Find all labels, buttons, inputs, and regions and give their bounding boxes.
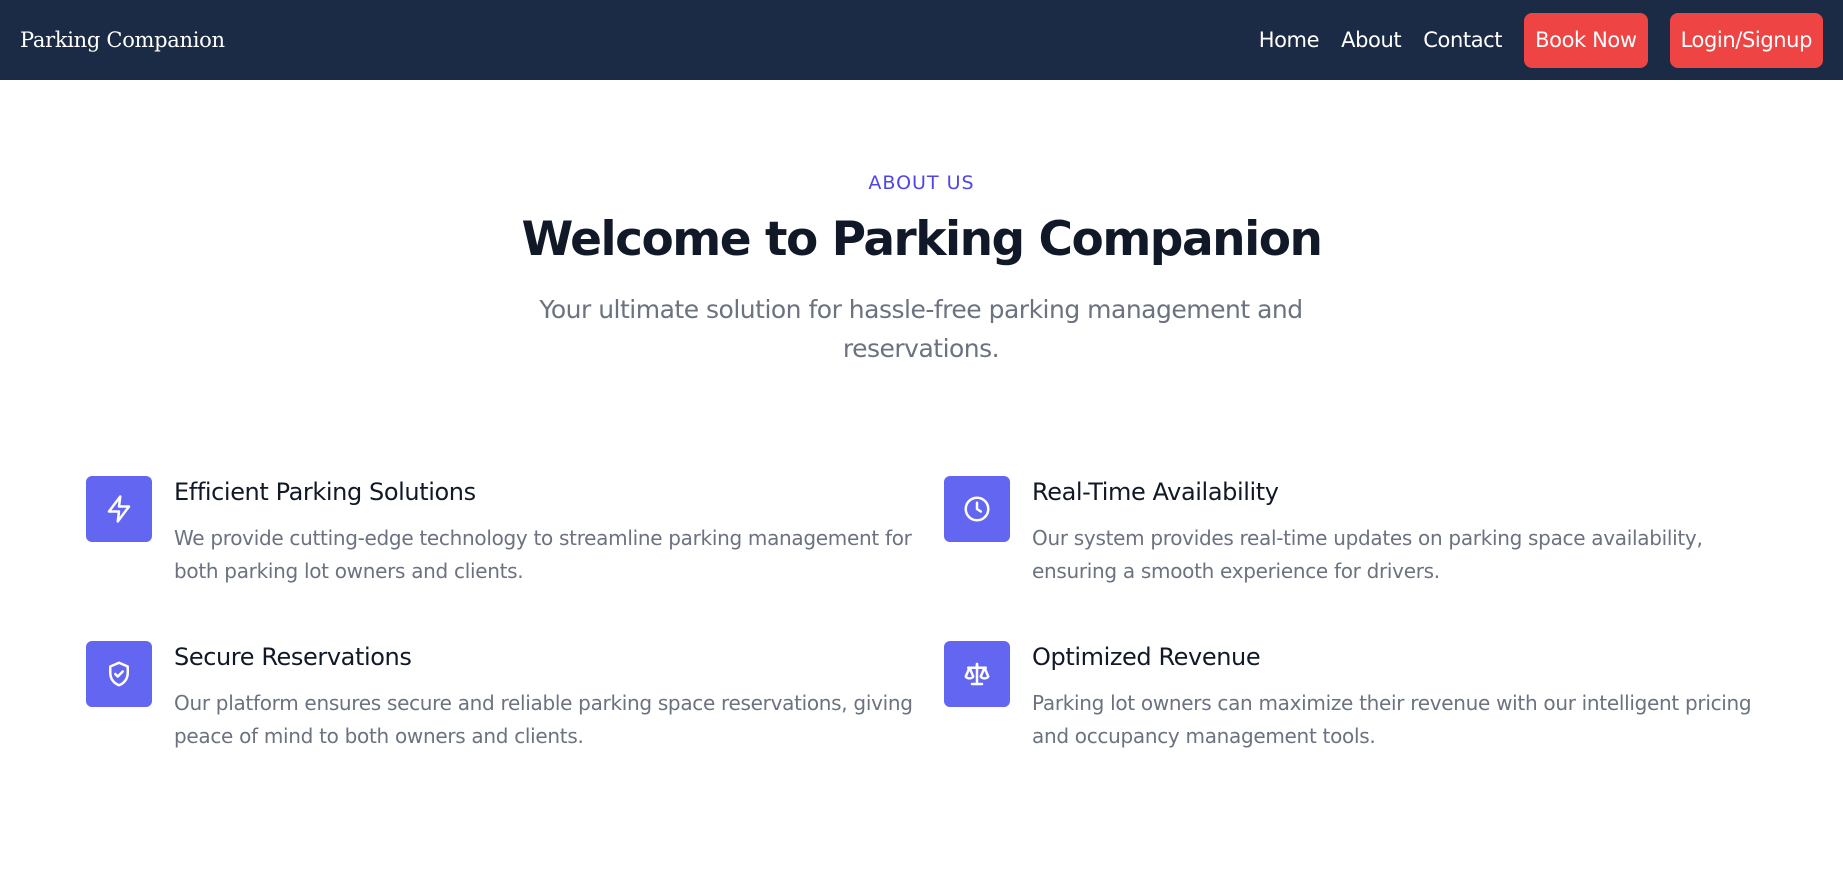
nav-menu: Home About Contact Book Now Login/Signup [1259, 12, 1823, 68]
nav-link-home[interactable]: Home [1259, 28, 1320, 52]
clock-icon [944, 476, 1010, 542]
feature-title: Optimized Revenue [1032, 643, 1261, 671]
feature-description: We provide cutting-edge technology to st… [174, 526, 912, 583]
feature-title: Efficient Parking Solutions [174, 478, 476, 506]
feature-description: Our platform ensures secure and reliable… [174, 691, 913, 748]
page-title: Welcome to Parking Companion [521, 212, 1323, 267]
feature-title: Secure Reservations [174, 643, 412, 671]
feature-title: Real-Time Availability [1032, 478, 1279, 506]
scale-icon [944, 641, 1010, 707]
lightning-bolt-icon [86, 476, 152, 542]
feature-description: Parking lot owners can maximize their re… [1032, 691, 1752, 748]
shield-check-icon [86, 641, 152, 707]
top-navbar: Parking Companion Home About Contact Boo… [0, 0, 1843, 80]
login-signup-button[interactable]: Login/Signup [1669, 12, 1823, 68]
nav-link-contact[interactable]: Contact [1423, 28, 1502, 52]
nav-link-about[interactable]: About [1341, 28, 1401, 52]
page-subtitle: Your ultimate solution for hassle-free p… [539, 295, 1303, 363]
section-eyebrow: ABOUT US [868, 172, 975, 194]
feature-description: Our system provides real-time updates on… [1032, 526, 1703, 583]
brand-logo-text[interactable]: Parking Companion [20, 28, 225, 52]
book-now-button[interactable]: Book Now [1524, 12, 1648, 68]
